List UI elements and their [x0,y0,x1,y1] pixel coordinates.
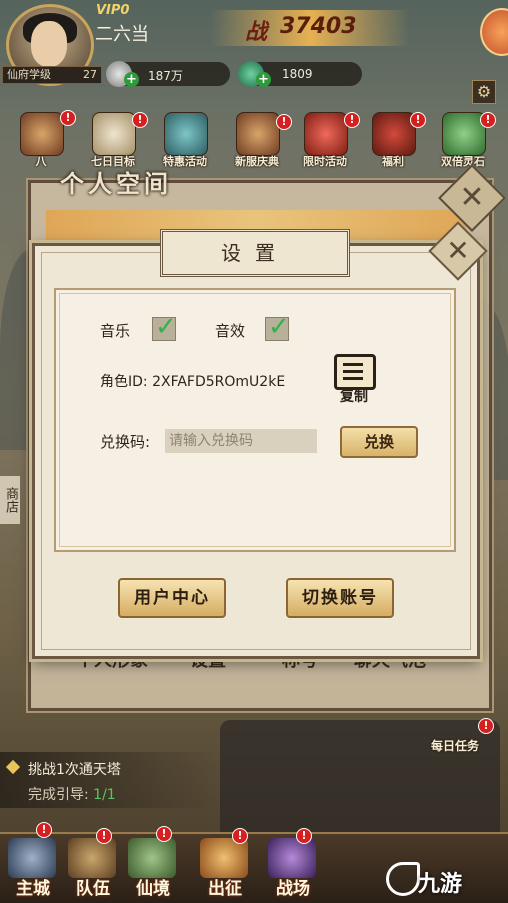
team-icon [68,838,116,878]
music-checkbox[interactable]: ✓ [152,312,177,342]
shop-side-tab[interactable]: 商店 [0,476,20,524]
nav-fairyland[interactable]: 仙境 ! [122,826,184,899]
notification-dot: ! [132,112,148,128]
avatar-face [31,21,67,67]
checkmark-icon: ✓ [268,312,290,342]
fairyland-icon [128,838,176,878]
realm-bar: 仙府学级 27 [2,66,102,84]
notification-dot: ! [36,822,52,838]
notification-dot: ! [410,112,426,128]
nav-label: 队伍 [76,879,110,899]
activity-label: 限时活动 [303,155,347,168]
close-icon: ✕ [446,234,470,267]
notification-dot: ! [478,718,494,734]
settings-title: 设置 [221,241,289,265]
vip-badge[interactable]: VIP0 [96,3,129,18]
daily-task-button[interactable]: 每日任务 [431,737,479,754]
user-center-button[interactable]: 用户中心 [118,578,226,618]
nav-label: 出征 [208,879,242,899]
quest-progress-label: 完成引导: [28,787,89,803]
jade-amount: 1809 [282,67,313,81]
activity-item-6[interactable]: 双倍灵石 ! [434,112,496,174]
checkmark-icon: ✓ [155,312,177,342]
celebration-icon [236,112,280,156]
nav-label: 主城 [16,879,50,899]
sfx-checkbox[interactable]: ✓ [265,312,290,342]
jade-plus-button[interactable]: + [256,72,271,87]
notification-dot: ! [296,828,312,844]
redeem-button[interactable]: 兑换 [340,426,418,458]
banner-icon [20,112,64,156]
settings-title-plate: 设置 [160,229,350,277]
quest-progress: 完成引导: 1/1 [28,784,116,804]
nav-label: 战场 [276,879,310,899]
silver-plus-button[interactable]: + [124,72,139,87]
role-id-label: 角色ID: [100,374,148,390]
activity-item-4[interactable]: 限时活动 ! [296,112,360,174]
main-city-icon [8,838,56,878]
copy-label: 复制 [340,389,368,405]
combat-power-value: 37403 [280,14,357,39]
music-label: 音乐 [100,322,131,340]
more-menu-icon[interactable]: ⚙ [472,80,496,104]
silver-amount: 187万 [148,69,183,83]
gift-box-icon [304,112,348,156]
realm-label: 仙府学级 [7,68,51,81]
combat-power-icon: 战 [245,20,268,45]
redeem-code-label: 兑换码: [100,433,151,451]
activity-label: 双倍灵石 [441,155,485,168]
notification-dot: ! [96,828,112,844]
personal-space-title: 个人空间 [60,170,172,198]
quest-progress-value: 1/1 [93,787,116,803]
nav-team[interactable]: 队伍 ! [62,828,124,899]
nav-label: 仙境 [136,879,170,899]
nav-main-city[interactable]: 主城 ! [2,822,64,899]
nav-battlefield[interactable]: 战场 ! [262,828,324,899]
realm-level: 27 [83,68,97,81]
quest-title: 挑战1次通天塔 [28,762,121,778]
nav-expedition[interactable]: 出征 ! [194,828,256,899]
notification-dot: ! [276,114,292,130]
crossed-swords-icon [200,838,248,878]
close-icon: ✕ [459,180,485,215]
activity-item-3[interactable]: 新服庆典 ! [228,112,292,174]
event-menu-button[interactable] [480,8,508,56]
player-name: 二六当 [95,24,149,45]
activity-label: 新服庆典 [235,155,279,168]
top-bar: 仙府学级 27 VIP0 二六当 战 37403 + 187万 + 1809 ⚙ [0,0,508,104]
notification-dot: ! [60,110,76,126]
notification-dot: ! [480,112,496,128]
activity-item-5[interactable]: 福利 ! [364,112,426,174]
activity-label: 福利 [382,155,404,168]
copy-role-id-button[interactable]: 复制 [330,354,378,406]
role-id-row: 角色ID: 2XFAFD5ROmU2kE [100,371,285,391]
switch-account-button[interactable]: 切换账号 [286,578,394,618]
watermark-text: 九游 [418,872,463,897]
sfx-label: 音效 [215,322,246,340]
notification-dot: ! [156,826,172,842]
seven-day-icon [92,112,136,156]
watermark-logo-icon [386,862,420,896]
notification-dot: ! [344,112,360,128]
battlefield-icon [268,838,316,878]
treasure-chest-icon [164,112,208,156]
role-id-value: 2XFAFD5ROmU2kE [152,374,286,390]
copy-icon [334,354,376,390]
redeem-code-input[interactable] [165,429,317,453]
notification-dot: ! [232,828,248,844]
